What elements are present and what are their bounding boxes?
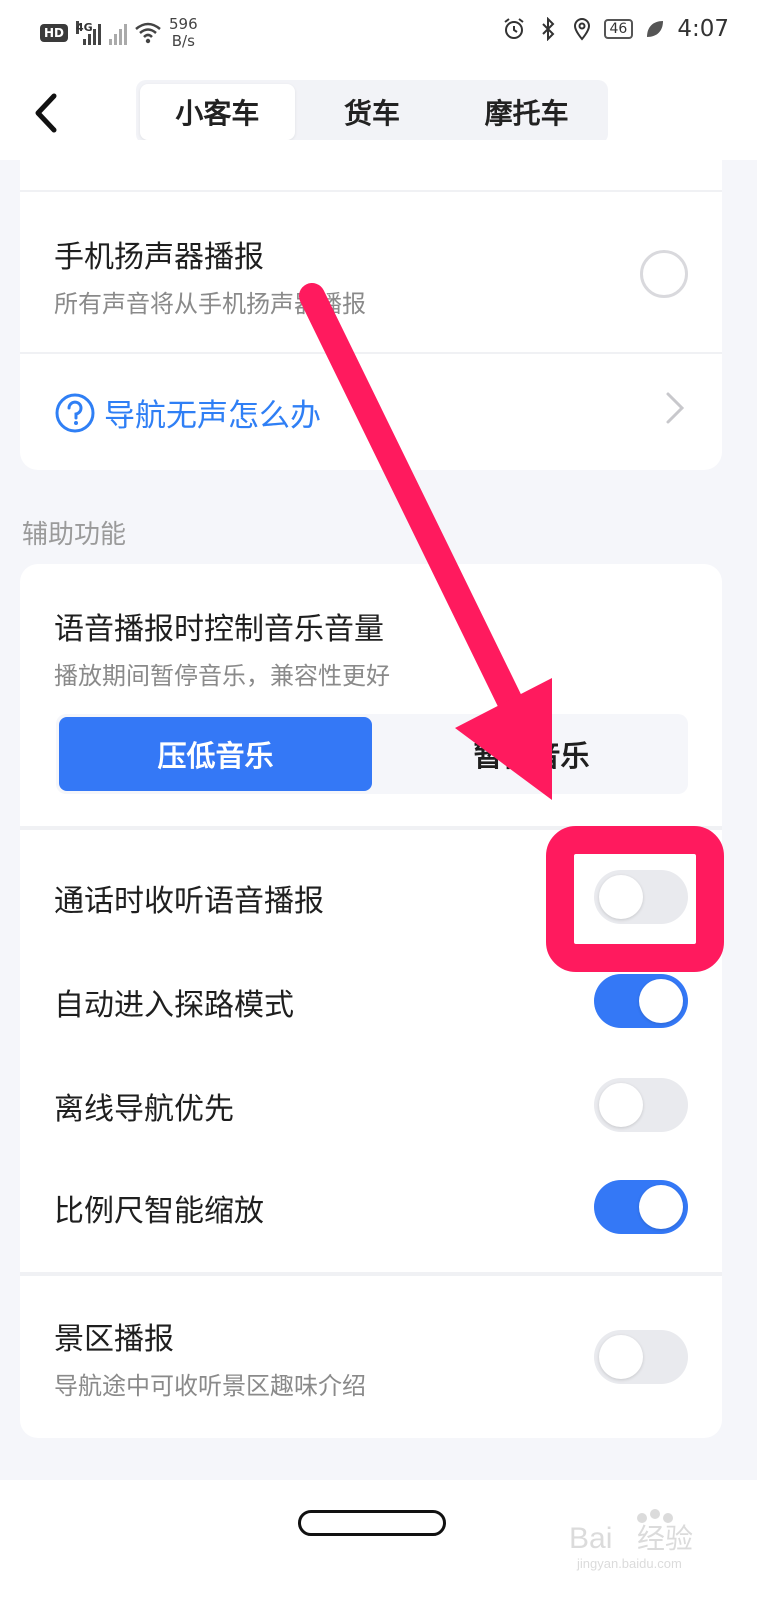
status-right: 46 4:07 bbox=[502, 16, 729, 42]
wifi-icon bbox=[135, 22, 161, 44]
divider bbox=[20, 826, 722, 830]
network-type-label: 4G bbox=[76, 21, 93, 34]
scenic-title: 景区播报 bbox=[54, 1322, 174, 1357]
leaf-icon bbox=[647, 21, 664, 37]
toggle-knob bbox=[599, 875, 643, 919]
speaker-title: 手机扬声器播报 bbox=[54, 240, 264, 275]
help-link[interactable]: 导航无声怎么办 bbox=[54, 390, 321, 435]
help-link-label: 导航无声怎么办 bbox=[104, 398, 321, 434]
scenic-subtitle: 导航途中可收听景区趣味介绍 bbox=[54, 1372, 366, 1400]
watermark-brand2: 经验 bbox=[637, 1522, 693, 1555]
status-left: HD 4G 596 B/s bbox=[40, 16, 198, 50]
hd-badge: HD bbox=[40, 24, 69, 42]
toggle-knob bbox=[639, 979, 683, 1023]
alarm-icon bbox=[503, 18, 524, 39]
offline-nav-toggle[interactable] bbox=[594, 1078, 688, 1132]
tab-truck[interactable]: 货车 bbox=[295, 84, 450, 140]
tab-car[interactable]: 小客车 bbox=[140, 84, 295, 140]
toggle-knob bbox=[639, 1185, 683, 1229]
chevron-right-icon[interactable] bbox=[662, 390, 686, 426]
offline-nav-label: 离线导航优先 bbox=[54, 1092, 234, 1127]
battery-icon: 46 bbox=[603, 19, 634, 39]
explore-mode-toggle[interactable] bbox=[594, 974, 688, 1028]
network-speed: 596 B/s bbox=[169, 16, 198, 50]
volume-mode-selector: 压低音乐 暂停音乐 bbox=[56, 714, 688, 794]
network-speed-unit: B/s bbox=[171, 32, 195, 50]
toggle-knob bbox=[599, 1083, 643, 1127]
divider bbox=[20, 190, 722, 192]
signal-strength-icon: 4G bbox=[76, 21, 102, 45]
bottom-nav-bar: Bai 经验 jingyan.baidu.com bbox=[0, 1480, 757, 1600]
watermark-url: jingyan.baidu.com bbox=[576, 1556, 682, 1571]
assist-card: 语音播报时控制音乐音量 播放期间暂停音乐，兼容性更好 压低音乐 暂停音乐 通话时… bbox=[20, 564, 722, 1438]
question-icon bbox=[55, 393, 95, 432]
scale-zoom-label: 比例尺智能缩放 bbox=[54, 1194, 264, 1229]
volume-control-title: 语音播报时控制音乐音量 bbox=[54, 612, 384, 647]
vehicle-type-tabs: 小客车 货车 摩托车 bbox=[136, 80, 608, 144]
divider bbox=[20, 1272, 722, 1276]
scale-zoom-toggle[interactable] bbox=[594, 1180, 688, 1234]
status-bar: HD 4G 596 B/s 46 4:07 bbox=[0, 0, 757, 66]
explore-mode-label: 自动进入探路模式 bbox=[54, 988, 294, 1023]
location-icon bbox=[573, 18, 590, 41]
speaker-radio[interactable] bbox=[640, 250, 688, 298]
volume-control-subtitle: 播放期间暂停音乐，兼容性更好 bbox=[54, 662, 390, 690]
baidu-watermark: Bai 经验 jingyan.baidu.com bbox=[569, 1509, 693, 1571]
bluetooth-icon bbox=[541, 17, 554, 41]
watermark-brand: Bai bbox=[569, 1522, 612, 1555]
divider bbox=[20, 352, 722, 354]
scenic-toggle[interactable] bbox=[594, 1330, 688, 1384]
lower-music-button[interactable]: 压低音乐 bbox=[59, 717, 372, 791]
toggle-knob bbox=[599, 1335, 643, 1379]
back-arrow-icon[interactable] bbox=[28, 88, 68, 138]
pause-music-button[interactable]: 暂停音乐 bbox=[375, 714, 688, 794]
tab-motorcycle[interactable]: 摩托车 bbox=[449, 84, 604, 140]
call-voice-label: 通话时收听语音播报 bbox=[54, 884, 324, 919]
speaker-subtitle: 所有声音将从手机扬声器播报 bbox=[54, 290, 366, 318]
call-voice-toggle[interactable] bbox=[594, 870, 688, 924]
clock: 4:07 bbox=[677, 16, 729, 42]
home-indicator[interactable] bbox=[298, 1510, 446, 1536]
network-speed-value: 596 bbox=[169, 15, 198, 33]
section-label: 辅助功能 bbox=[22, 520, 127, 550]
signal-strength-2-icon bbox=[109, 21, 128, 45]
speaker-card: 手机扬声器播报 所有声音将从手机扬声器播报 导航无声怎么办 bbox=[20, 140, 722, 470]
